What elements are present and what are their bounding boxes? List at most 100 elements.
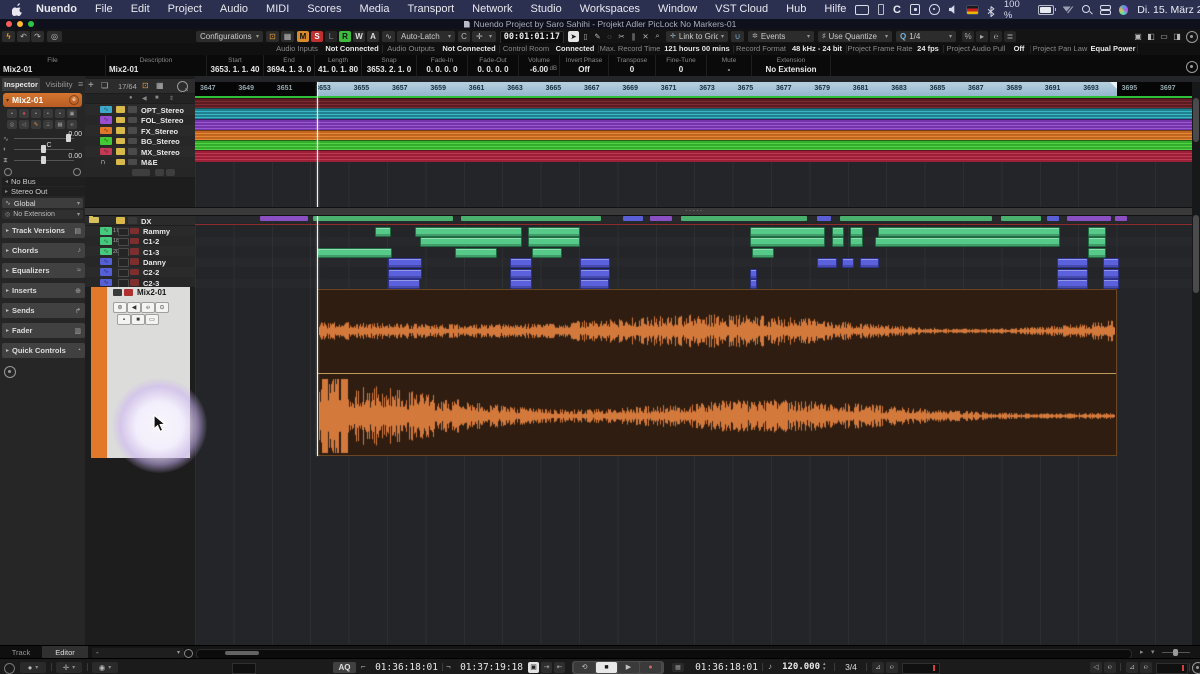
info-max-record-time-value[interactable]: 121 hours 00 mins	[661, 43, 733, 55]
field-value[interactable]: 3694. 1. 3. 0	[264, 65, 314, 74]
german-flag-icon[interactable]	[967, 6, 978, 14]
midi-clip[interactable]	[1103, 258, 1119, 268]
monitor-button[interactable]	[128, 127, 137, 134]
field-mute[interactable]: Mute-	[707, 55, 752, 76]
dx-event[interactable]	[840, 216, 992, 221]
insert-cycle-mode-select[interactable]: ✛▾	[56, 662, 82, 673]
listen-button[interactable]: ▪	[43, 109, 53, 118]
name-color-button[interactable]	[116, 117, 125, 124]
record-enable-button[interactable]	[130, 248, 139, 255]
midi-clip[interactable]	[420, 237, 522, 247]
track-state-r-button[interactable]: R	[339, 31, 351, 42]
track-state-l-button[interactable]: L	[325, 31, 337, 42]
timeline-ruler[interactable]: 3647364936513653365536573659366136633665…	[195, 82, 1192, 96]
left-locator-time[interactable]: 01:36:18:01	[368, 662, 438, 673]
inspector-track-header[interactable]: ▾Mix2-01e	[3, 93, 82, 107]
tab-visibility[interactable]: Visibility	[41, 78, 77, 91]
midi-clip[interactable]	[317, 248, 392, 258]
scrollbar-thumb[interactable]	[1193, 98, 1199, 142]
pill-button[interactable]	[155, 169, 164, 176]
subrow-icon[interactable]: ⇕	[169, 95, 174, 102]
edit-history-button[interactable]: ◎	[47, 31, 62, 42]
midi-clip[interactable]	[1057, 269, 1088, 279]
field-transpose[interactable]: Transpose0	[609, 55, 656, 76]
midi-clip[interactable]	[455, 248, 497, 258]
undo-button[interactable]: ↶	[17, 31, 30, 42]
mute-button[interactable]: ▪	[7, 109, 17, 118]
constrain-delay-compensation-button[interactable]: C	[458, 31, 470, 42]
metronome-button[interactable]: ⊿	[872, 662, 884, 673]
inspector-menu-icon[interactable]: ≡	[78, 79, 85, 90]
field-extension[interactable]: ExtensionNo Extension	[752, 55, 831, 76]
battery-slim-icon[interactable]	[878, 4, 884, 15]
metronome-setup-button[interactable]: ℮	[886, 662, 898, 673]
track-state-w-button[interactable]: W	[353, 31, 365, 42]
object-selection-tool[interactable]: ➤	[568, 31, 579, 42]
dx-event[interactable]	[260, 216, 308, 221]
configurations-select[interactable]: Configurations▾	[196, 31, 263, 42]
midi-clip[interactable]	[1088, 237, 1106, 247]
midi-clip[interactable]	[510, 258, 532, 268]
field-file[interactable]: FileMix2-01	[0, 55, 106, 76]
subrow-icon[interactable]: ●	[129, 95, 133, 101]
track-presets-button[interactable]: ❏	[101, 81, 108, 90]
pill-button[interactable]	[166, 169, 175, 176]
subrow-icon[interactable]: ◀	[142, 95, 147, 102]
gear-icon[interactable]	[1192, 662, 1200, 674]
screen-mirroring-icon[interactable]	[855, 5, 869, 15]
mute-button[interactable]	[118, 269, 129, 278]
midi-clip[interactable]	[375, 227, 391, 237]
chevron-down-icon[interactable]: ▾	[1151, 648, 1155, 656]
midi-clip[interactable]	[752, 248, 774, 258]
name-color-button[interactable]	[116, 106, 125, 113]
name-color-button[interactable]	[116, 127, 125, 134]
record-enable-button[interactable]	[124, 289, 133, 296]
midi-clip[interactable]	[580, 279, 609, 289]
mute-tool[interactable]: ✕	[640, 31, 651, 42]
field-value[interactable]: 3653. 2. 1. 0	[362, 65, 416, 74]
lock-icon[interactable]: ⊡	[142, 81, 149, 90]
midi-clip[interactable]	[1103, 279, 1119, 289]
record-enable-button[interactable]	[130, 269, 139, 276]
midi-clip[interactable]	[1057, 258, 1088, 268]
field-value[interactable]: Off	[560, 65, 608, 74]
automation-mode-select[interactable]: Auto-Latch▾	[397, 31, 455, 42]
audio-record-mode-select[interactable]: ◉▾	[92, 662, 118, 673]
track-state-a-button[interactable]: A	[367, 31, 379, 42]
siri-icon[interactable]	[1119, 5, 1128, 15]
field-value[interactable]: No Extension	[752, 65, 830, 74]
stop-button[interactable]: ■	[596, 662, 617, 673]
monitor-button[interactable]	[128, 148, 137, 155]
zoom-slider-handle[interactable]	[1173, 649, 1178, 656]
play-button[interactable]: ▶	[618, 662, 639, 673]
midi-clip[interactable]	[388, 258, 422, 268]
tempo-display[interactable]: 120.000	[778, 662, 820, 673]
toolbar-time-display[interactable]: 00:01:01:17	[500, 31, 564, 44]
snap-type-select[interactable]: ✲Events▾	[748, 31, 814, 42]
grid-button[interactable]: ▦	[55, 120, 65, 129]
menu-item-midi[interactable]: MIDI	[257, 0, 298, 19]
menu-item-file[interactable]: File	[86, 0, 122, 19]
dx-event[interactable]	[623, 216, 643, 221]
inspector-section-equalizers[interactable]: ▸Equalizers≈	[2, 263, 85, 278]
track-control-button[interactable]: ⊙	[155, 302, 169, 313]
click-setup-button[interactable]: ℮	[1140, 662, 1152, 673]
chrome-icon[interactable]: C	[893, 4, 901, 16]
time-format-button[interactable]: ▦	[672, 663, 684, 672]
record-enable-button[interactable]	[130, 279, 139, 286]
apple-menu-icon[interactable]	[12, 3, 23, 16]
midi-clip[interactable]	[750, 227, 825, 237]
gear-icon[interactable]	[929, 4, 939, 15]
menu-item-edit[interactable]: Edit	[122, 0, 159, 19]
menu-bar-clock[interactable]: Di. 15. März 20:15	[1137, 4, 1200, 16]
field-value[interactable]: 41. 0. 1. 80	[315, 65, 361, 74]
track-control-button[interactable]: ℮	[141, 302, 155, 313]
track-control-button[interactable]: ▭	[145, 314, 159, 325]
inspector-section-quick-controls[interactable]: ▸Quick Controls◔	[2, 343, 85, 358]
midi-clip[interactable]	[1103, 269, 1119, 279]
field-value[interactable]: Mix2-01	[3, 65, 105, 74]
glue-tool[interactable]: ∥	[628, 31, 639, 42]
automation-panel-button[interactable]: ∿	[382, 31, 395, 42]
traffic-lights[interactable]	[6, 21, 34, 27]
pane-splitter[interactable]: ·····	[85, 207, 1192, 216]
